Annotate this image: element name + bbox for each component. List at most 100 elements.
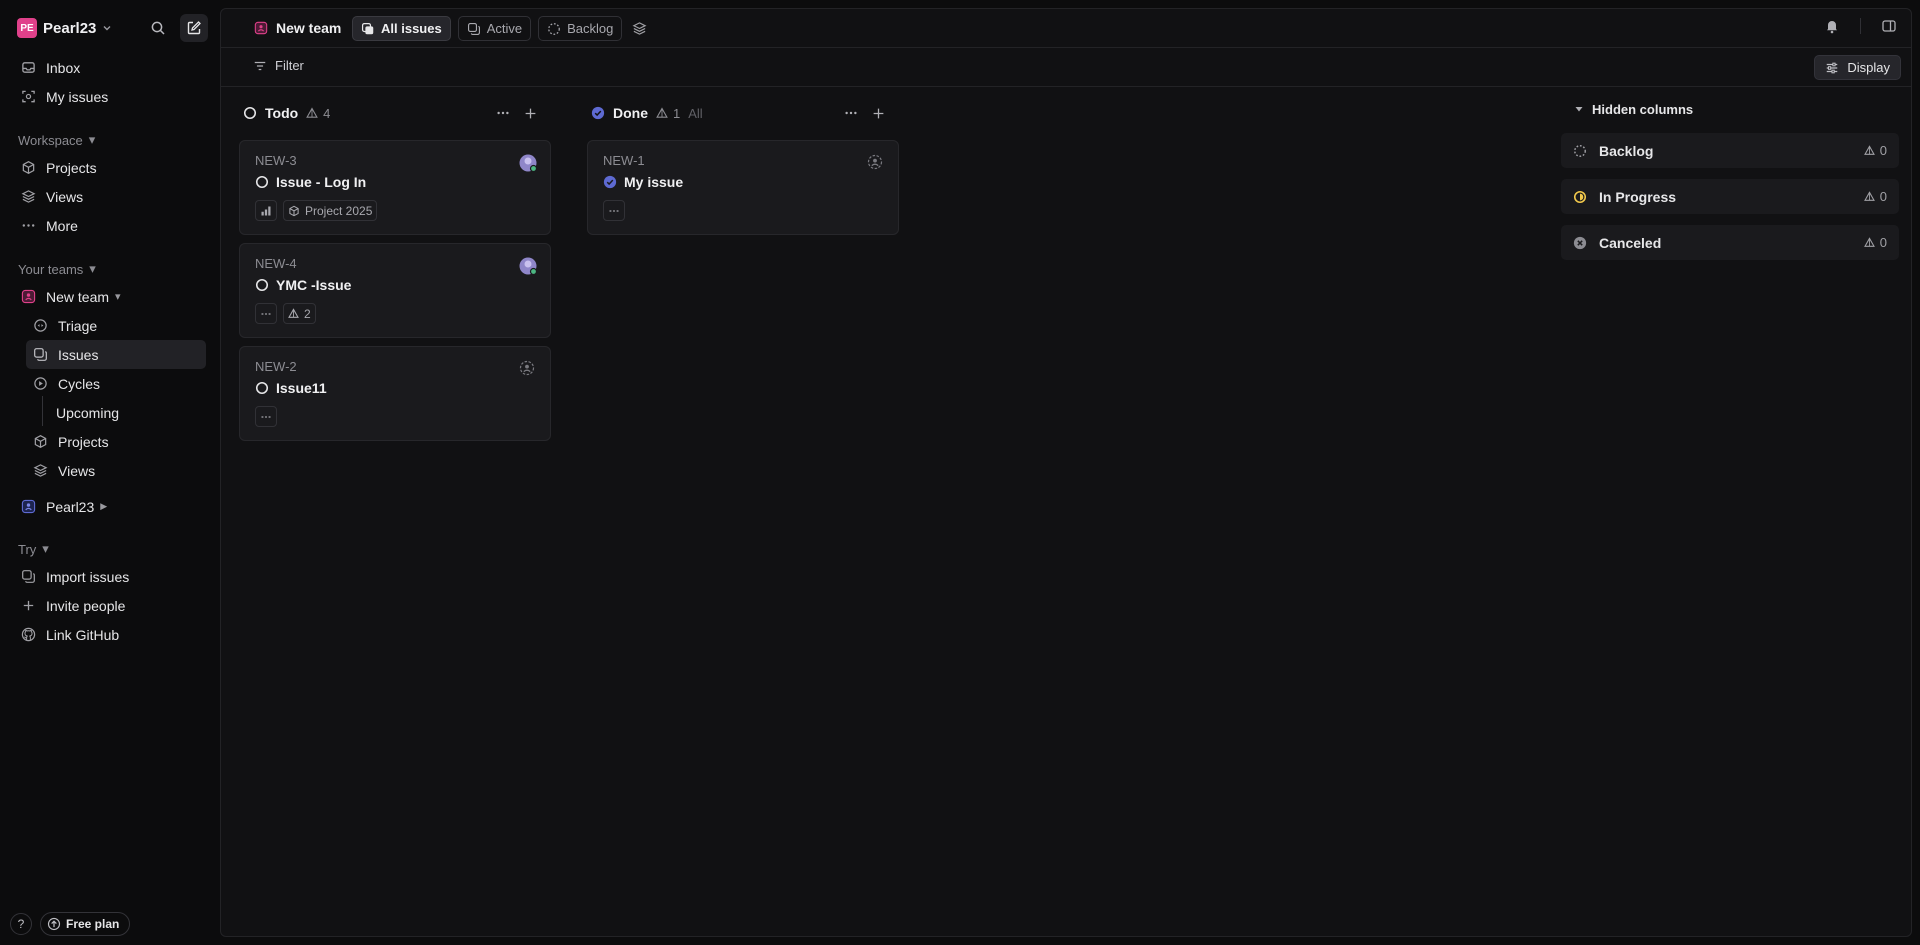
sidebar-item-issues[interactable]: Issues bbox=[26, 340, 206, 369]
avatar-icon bbox=[519, 154, 537, 172]
sidebar-item-link-github[interactable]: Link GitHub bbox=[14, 620, 206, 649]
workspace-switcher[interactable]: PE Pearl23 bbox=[17, 16, 112, 40]
filter-button[interactable]: Filter bbox=[253, 58, 304, 73]
sidebar-item-triage[interactable]: Triage bbox=[26, 311, 206, 340]
priority-button[interactable] bbox=[255, 406, 277, 427]
no-priority-icon bbox=[261, 312, 271, 315]
toggle-panel-button[interactable] bbox=[1881, 18, 1897, 34]
unassigned-icon bbox=[519, 360, 535, 376]
issue-card[interactable]: NEW-2 Issue11 bbox=[239, 346, 551, 441]
board-column-done: Done 1 All NEW-1 My issue bbox=[569, 87, 899, 936]
search-button[interactable] bbox=[144, 14, 172, 42]
sidebar-item-invite-people[interactable]: Invite people bbox=[14, 591, 206, 620]
sidebar-item-views[interactable]: Views bbox=[14, 182, 206, 211]
project-tag[interactable]: Project 2025 bbox=[283, 200, 378, 221]
sidebar-item-label: Inbox bbox=[46, 59, 81, 76]
caret-down-icon: ▾ bbox=[88, 132, 96, 147]
more-icon bbox=[20, 218, 36, 234]
in-progress-status-icon bbox=[1573, 190, 1587, 203]
main-panel: New team All issues Active Backlog Filte… bbox=[220, 8, 1912, 937]
hidden-columns-toggle[interactable]: Hidden columns bbox=[1561, 99, 1899, 119]
priority-button[interactable] bbox=[255, 303, 277, 324]
column-title: Done bbox=[613, 105, 648, 121]
tab-label: Backlog bbox=[567, 21, 614, 36]
sidebar-item-label: New team bbox=[46, 288, 110, 305]
bell-icon bbox=[1827, 21, 1837, 34]
estimate-icon bbox=[1863, 237, 1875, 247]
sidebar-item-label: Views bbox=[46, 188, 84, 205]
workspace-name: Pearl23 bbox=[43, 19, 97, 37]
sidebar-item-upcoming[interactable]: Upcoming bbox=[26, 398, 206, 427]
tab-all-issues[interactable]: All issues bbox=[352, 16, 451, 41]
unassigned-avatar[interactable] bbox=[519, 360, 537, 378]
team-icon bbox=[20, 289, 36, 305]
free-plan-label: Free plan bbox=[66, 917, 120, 931]
avatar-icon bbox=[519, 257, 537, 275]
new-issue-button[interactable] bbox=[180, 14, 208, 42]
done-status-icon bbox=[603, 175, 617, 189]
sidebar-item-label: Triage bbox=[58, 317, 98, 334]
sidebar-item-label: Link GitHub bbox=[46, 626, 120, 643]
workspace-section-toggle[interactable]: Workspace ▾ bbox=[18, 132, 95, 148]
section-label: Your teams bbox=[18, 261, 84, 277]
display-button[interactable]: Display bbox=[1814, 55, 1901, 80]
triage-icon bbox=[32, 318, 48, 334]
priority-button[interactable] bbox=[255, 200, 277, 221]
sidebar-item-cycles[interactable]: Cycles bbox=[26, 369, 206, 398]
issue-card[interactable]: NEW-1 My issue bbox=[587, 140, 899, 235]
column-menu-button[interactable] bbox=[496, 106, 510, 120]
sidebar-item-import-issues[interactable]: Import issues bbox=[14, 562, 206, 591]
hidden-column-name: Canceled bbox=[1599, 234, 1662, 251]
unassigned-avatar[interactable] bbox=[867, 154, 885, 172]
estimate-icon bbox=[656, 107, 668, 118]
tab-label: Active bbox=[486, 21, 523, 36]
compose-icon bbox=[187, 21, 201, 35]
tab-active[interactable]: Active bbox=[457, 16, 532, 41]
add-issue-button[interactable] bbox=[524, 107, 537, 120]
sidebar-item-team-projects[interactable]: Projects bbox=[26, 427, 206, 456]
team-breadcrumb[interactable]: New team bbox=[254, 20, 341, 36]
sidebar-item-team-views[interactable]: Views bbox=[26, 456, 206, 485]
issue-card[interactable]: NEW-3 Issue - Log In Project 2025 bbox=[239, 140, 551, 235]
column-menu-button[interactable] bbox=[844, 106, 858, 120]
assignee-avatar[interactable] bbox=[519, 154, 537, 172]
hidden-column-canceled[interactable]: Canceled 0 bbox=[1561, 225, 1899, 260]
try-section-toggle[interactable]: Try ▾ bbox=[18, 541, 49, 557]
views-layers-button[interactable] bbox=[629, 16, 649, 41]
tab-backlog[interactable]: Backlog bbox=[538, 16, 623, 41]
sidebar-item-more[interactable]: More bbox=[14, 211, 206, 240]
sidebar-item-my-issues[interactable]: My issues bbox=[14, 82, 206, 111]
filter-label: Filter bbox=[275, 58, 304, 73]
show-all-toggle[interactable]: All bbox=[688, 106, 702, 121]
hidden-column-backlog[interactable]: Backlog 0 bbox=[1561, 133, 1899, 168]
sidebar-team-pearl23[interactable]: Pearl23 ▶ bbox=[14, 492, 206, 521]
estimate-tag[interactable]: 2 bbox=[283, 303, 316, 324]
sidebar-item-projects[interactable]: Projects bbox=[14, 153, 206, 182]
sidebar-item-label: Import issues bbox=[46, 568, 130, 585]
free-plan-button[interactable]: Free plan bbox=[40, 912, 131, 936]
estimate-icon bbox=[1863, 191, 1875, 201]
hidden-column-in-progress[interactable]: In Progress 0 bbox=[1561, 179, 1899, 214]
sidebar-item-inbox[interactable]: Inbox bbox=[14, 53, 206, 82]
sidebar-item-label: Projects bbox=[58, 433, 109, 450]
import-icon bbox=[20, 569, 36, 585]
hidden-column-name: Backlog bbox=[1599, 142, 1654, 159]
display-label: Display bbox=[1847, 60, 1890, 75]
teams-section-toggle[interactable]: Your teams ▾ bbox=[18, 261, 96, 277]
assignee-avatar[interactable] bbox=[519, 257, 537, 275]
sidebar-team-new-team[interactable]: New team ▾ bbox=[14, 282, 206, 311]
todo-status-icon bbox=[255, 381, 269, 395]
help-button[interactable]: ? bbox=[10, 913, 32, 935]
layers-icon bbox=[20, 189, 36, 205]
notifications-button[interactable] bbox=[1824, 18, 1840, 34]
backlog-icon bbox=[548, 22, 560, 35]
add-issue-button[interactable] bbox=[872, 107, 885, 120]
no-priority-icon bbox=[261, 415, 271, 418]
todo-status-icon bbox=[255, 175, 269, 189]
priority-bars-icon bbox=[261, 206, 271, 215]
issue-id: NEW-3 bbox=[255, 153, 297, 168]
layers-icon bbox=[632, 22, 647, 35]
priority-button[interactable] bbox=[603, 200, 625, 221]
issue-card[interactable]: NEW-4 YMC -Issue 2 bbox=[239, 243, 551, 338]
github-icon bbox=[20, 627, 36, 643]
